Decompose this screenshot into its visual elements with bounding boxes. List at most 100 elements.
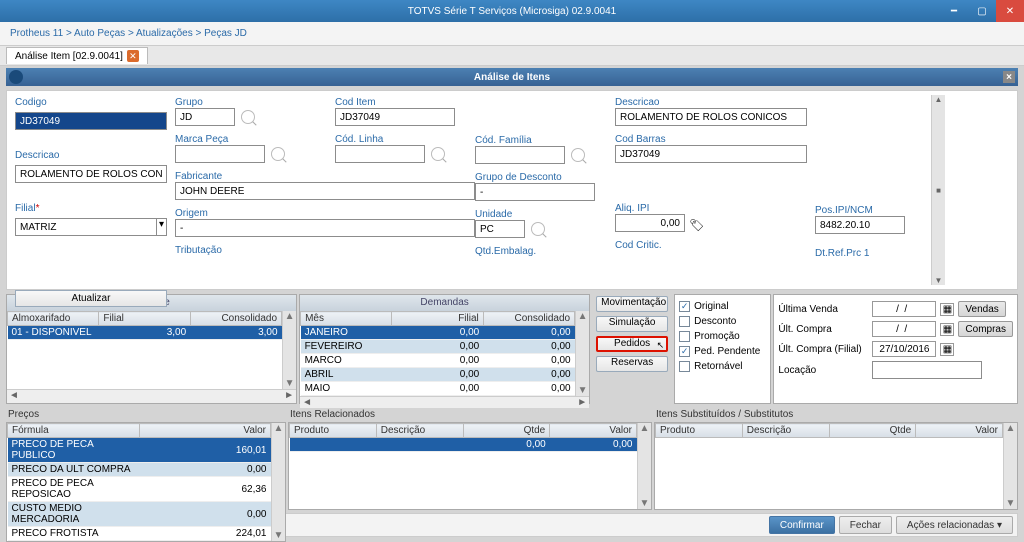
movimentacao-button[interactable]: Movimentação — [596, 296, 668, 312]
input-descricao-short[interactable] — [15, 165, 167, 183]
table-row[interactable]: 0,000,00 — [290, 438, 637, 452]
table-row[interactable]: ABRIL0,000,00 — [301, 368, 575, 382]
input-ultcompraf[interactable] — [872, 341, 936, 357]
tab-close-icon[interactable]: ✕ — [127, 50, 139, 62]
table-estoque: AlmoxarifadoFilialConsolidado 01 - DISPO… — [7, 311, 282, 340]
table-row[interactable]: MARCO0,000,00 — [301, 354, 575, 368]
cursor-icon: ↖ — [657, 340, 665, 351]
input-posipincm[interactable] — [815, 216, 905, 234]
label-ultvenda: Última Venda — [778, 304, 868, 315]
input-filial[interactable] — [15, 218, 157, 236]
scrollbar[interactable]: ▲▼ — [637, 423, 651, 509]
label-codigo: Codigo — [15, 97, 167, 108]
modal-title: Análise de Itens — [474, 72, 550, 83]
lookup-icon[interactable] — [531, 222, 545, 236]
scrollbar[interactable]: ▲▼ — [282, 311, 296, 389]
lookup-icon[interactable] — [571, 148, 585, 162]
table-row[interactable]: JANEIRO0,000,00 — [301, 326, 575, 340]
input-codlinha[interactable] — [335, 145, 425, 163]
label-tributacao: Tributação — [175, 245, 327, 256]
compras-button[interactable]: Compras — [958, 321, 1013, 337]
calendar-icon[interactable]: ▦ — [940, 343, 954, 356]
input-codfamilia[interactable] — [475, 146, 565, 164]
label-codcritic: Cod Critic. — [615, 240, 807, 251]
scrollbar[interactable]: ▲▼ — [575, 311, 589, 396]
form-scrollbar[interactable]: ▲■▼ — [931, 95, 945, 285]
label-filial: Filial — [15, 203, 167, 214]
label-posipincm: Pos.IPI/NCM — [815, 205, 927, 216]
label-dtref: Dt.Ref.Prc 1 — [815, 248, 927, 259]
fechar-button[interactable]: Fechar — [839, 516, 892, 534]
check-promocao[interactable]: Promoção — [679, 331, 766, 342]
scrollbar[interactable]: ▲▼ — [271, 423, 285, 541]
tab-label: Análise Item [02.9.0041] — [15, 51, 123, 62]
label-marca: Marca Peça — [175, 134, 327, 145]
form-area: Codigo Descricao Filial ▾ Atualizar Grup… — [6, 90, 1018, 290]
table-row[interactable]: CUSTO MEDIO MERCADORIA0,00 — [8, 502, 271, 527]
table-demandas: MêsFilialConsolidado JANEIRO0,000,00 FEV… — [300, 311, 575, 396]
table-relac: ProdutoDescriçãoQtdeValor 0,000,00 — [289, 423, 637, 452]
tag-icon: 🏷 — [689, 218, 704, 232]
label-coditem: Cod Item — [335, 97, 467, 108]
label-locacao: Locação — [778, 365, 868, 376]
calendar-icon[interactable]: ▦ — [940, 303, 954, 316]
check-retornavel[interactable]: Retornável — [679, 361, 766, 372]
input-locacao[interactable] — [872, 361, 982, 379]
checkbox-panel: ✓Original Desconto Promoção ✓Ped. Penden… — [674, 294, 771, 404]
confirmar-button[interactable]: Confirmar — [769, 516, 835, 534]
acoes-relacionadas-button[interactable]: Ações relacionadas — [896, 516, 1013, 534]
panel-demandas-header: Demandas — [300, 295, 589, 311]
calendar-icon[interactable]: ▦ — [940, 323, 954, 336]
atualizar-button[interactable]: Atualizar — [15, 290, 167, 307]
nav-arrows[interactable]: ◄► — [7, 389, 296, 403]
reservas-button[interactable]: Reservas — [596, 356, 668, 372]
label-codbarras: Cod Barras — [615, 134, 807, 145]
window-title: TOTVS Série T Serviços (Microsiga) 02.9.… — [408, 6, 616, 17]
input-ultvenda[interactable] — [872, 301, 936, 317]
info-panel: Última Venda ▦ Vendas Últ. Compra ▦ Comp… — [773, 294, 1018, 404]
label-codlinha: Cód. Linha — [335, 134, 467, 145]
maximize-button[interactable]: ▢ — [968, 0, 996, 22]
check-desconto[interactable]: Desconto — [679, 316, 766, 327]
label-descricao-short: Descricao — [15, 150, 167, 161]
input-marca[interactable] — [175, 145, 265, 163]
table-row[interactable]: 01 - DISPONIVEL3,003,00 — [8, 326, 282, 340]
label-subst: Itens Substituídos / Substitutos — [656, 409, 1018, 420]
table-row[interactable]: PRECO FROTISTA224,01 — [8, 527, 271, 541]
scrollbar[interactable]: ▲▼ — [1003, 423, 1017, 509]
label-ultcompraf: Últ. Compra (Filial) — [778, 344, 868, 355]
side-buttons: Movimentação Simulação Pedidos↖ Reservas — [592, 294, 672, 404]
vendas-button[interactable]: Vendas — [958, 301, 1005, 317]
input-grupo[interactable] — [175, 108, 235, 126]
table-row[interactable]: PRECO DE PECA PUBLICO160,01 — [8, 438, 271, 463]
pedidos-button[interactable]: Pedidos↖ — [596, 336, 668, 352]
table-row[interactable]: PRECO DE PECA REPOSICAO62,36 — [8, 477, 271, 502]
tab-analise-item[interactable]: Análise Item [02.9.0041] ✕ — [6, 47, 148, 64]
lookup-icon[interactable] — [241, 110, 255, 124]
input-codigo[interactable] — [15, 112, 167, 130]
check-original[interactable]: ✓Original — [679, 301, 766, 312]
simulacao-button[interactable]: Simulação — [596, 316, 668, 332]
input-coditem[interactable] — [335, 108, 455, 126]
label-fabricante: Fabricante — [175, 171, 327, 182]
tab-strip: Análise Item [02.9.0041] ✕ — [0, 46, 1024, 66]
input-ultcompra[interactable] — [872, 321, 936, 337]
label-qtdemb: Qtd.Embalag. — [475, 246, 607, 257]
lookup-icon[interactable] — [431, 147, 445, 161]
filial-dropdown-icon[interactable]: ▾ — [157, 218, 167, 236]
input-unidade[interactable] — [475, 220, 525, 238]
input-aliqipi[interactable] — [615, 214, 685, 232]
table-subst: ProdutoDescriçãoQtdeValor — [655, 423, 1003, 438]
input-grupodesc[interactable] — [475, 183, 595, 201]
close-window-button[interactable]: ✕ — [996, 0, 1024, 22]
minimize-button[interactable]: ━ — [940, 0, 968, 22]
check-pedpendente[interactable]: ✓Ped. Pendente — [679, 346, 766, 357]
table-row[interactable]: FEVEREIRO0,000,00 — [301, 340, 575, 354]
table-row[interactable]: PRECO DA ULT COMPRA0,00 — [8, 463, 271, 477]
table-row[interactable]: MAIO0,000,00 — [301, 382, 575, 396]
label-grupo: Grupo — [175, 97, 327, 108]
lookup-icon[interactable] — [271, 147, 285, 161]
modal-close-icon[interactable]: × — [1003, 71, 1015, 83]
input-descricao-long[interactable] — [615, 108, 807, 126]
input-codbarras[interactable] — [615, 145, 807, 163]
